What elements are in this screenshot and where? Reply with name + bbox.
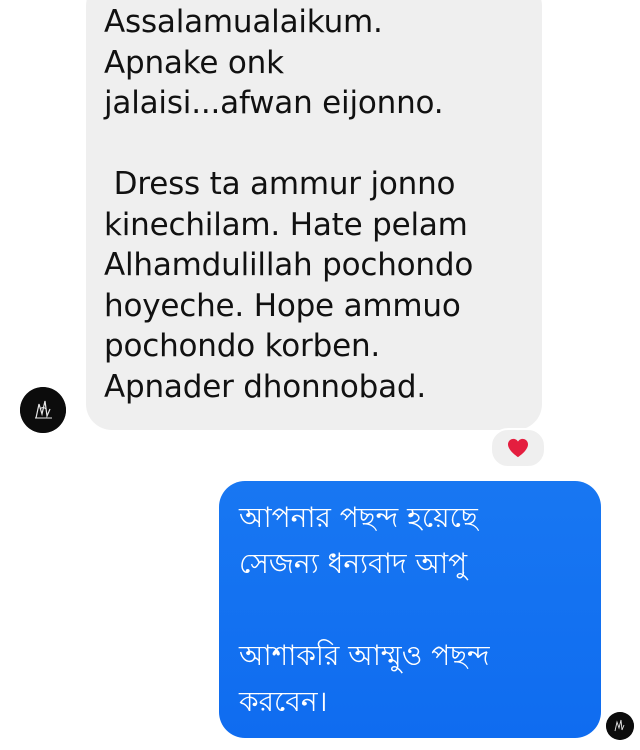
outgoing-message-bubble[interactable]: আপনার পছন্দ হয়েছে সেজন্য ধন্যবাদ আপু আশ… — [219, 481, 601, 738]
heart-reaction[interactable] — [490, 428, 546, 468]
sender-avatar[interactable] — [20, 387, 66, 433]
incoming-message-text: Assalamualaikum. Apnake onk jalaisi...af… — [104, 4, 474, 405]
outgoing-message-text: আপনার পছন্দ হয়েছে সেজন্য ধন্যবাদ আপু আশ… — [239, 501, 490, 718]
seen-avatar-sketch-icon — [606, 712, 634, 740]
chat-thread: Assalamualaikum. Apnake onk jalaisi...af… — [0, 0, 640, 750]
heart-icon — [508, 438, 528, 458]
incoming-message-bubble[interactable]: Assalamualaikum. Apnake onk jalaisi...af… — [86, 0, 542, 430]
avatar-sketch-icon — [20, 387, 66, 433]
seen-avatar — [606, 712, 634, 740]
